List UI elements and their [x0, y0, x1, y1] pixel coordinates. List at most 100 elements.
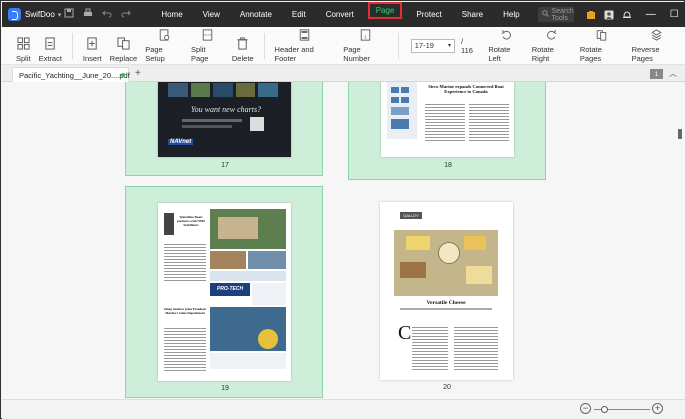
page-19-headline-2: Doug Andrew joins Freedom Marine's Sales…: [164, 307, 206, 315]
maximize-button[interactable]: ☐: [670, 9, 679, 20]
status-bar: − +: [2, 399, 685, 419]
zoom-slider-thumb[interactable]: [601, 406, 608, 413]
app-logo[interactable]: SwifDoo ▾: [8, 8, 61, 21]
minimize-button[interactable]: —: [646, 9, 656, 20]
delete-label: Delete: [231, 53, 254, 63]
menu-view[interactable]: View: [193, 2, 230, 27]
insert-icon: [87, 36, 97, 50]
page-17-ad-text: You want new charts?: [190, 105, 262, 114]
page-17-brand: NAVnet: [168, 139, 194, 145]
page-setup-icon: [159, 28, 169, 41]
rotate-right-button[interactable]: Rotate Right: [528, 29, 576, 63]
toolbar-divider: [71, 32, 73, 59]
reverse-pages-button[interactable]: Reverse Pages: [628, 28, 685, 63]
page-range-value: 17-19: [414, 41, 434, 50]
zoom-slider[interactable]: [594, 406, 650, 413]
page-number-label: Page Number: [343, 44, 370, 63]
rotate-pages-icon: [597, 29, 607, 41]
notification-bell-icon[interactable]: [622, 10, 632, 20]
page-thumbnail-18[interactable]: Sirco Marine expands Connected Boat Expe…: [348, 82, 546, 180]
tab-count-badge[interactable]: 1: [650, 69, 663, 79]
page-19-image: Waterline Boats partners with NMS Stabil…: [158, 203, 291, 381]
page-thumbnail-17[interactable]: You want new charts? NAVnet 17: [125, 82, 323, 176]
replace-button[interactable]: Replace: [106, 29, 142, 63]
page-range-control: 17-19 ▾ / 116: [410, 36, 477, 55]
account-icon[interactable]: [604, 10, 614, 20]
extract-icon: [45, 36, 55, 50]
split-page-button[interactable]: Split Page: [187, 28, 228, 63]
app-name: SwifDoo: [25, 10, 55, 19]
menu-page[interactable]: Page: [367, 2, 403, 19]
split-label: Split: [16, 53, 31, 63]
vertical-scrollbar[interactable]: [678, 87, 682, 387]
extract-label: Extract: [38, 53, 62, 63]
page-number-19: 19: [221, 385, 229, 392]
redo-icon[interactable]: [121, 8, 132, 21]
save-icon[interactable]: [64, 8, 74, 21]
collapse-tabs-button[interactable]: ︿: [669, 68, 677, 79]
split-button[interactable]: Split: [12, 29, 35, 63]
rotate-left-button[interactable]: Rotate Left: [484, 29, 527, 63]
premium-icon[interactable]: [586, 10, 596, 20]
page-thumbnail-20[interactable]: GALLEY Versatile Cheese C 20: [348, 186, 546, 398]
rotate-right-label: Rotate Right: [531, 44, 554, 63]
menu-edit[interactable]: Edit: [282, 2, 316, 27]
reverse-pages-icon: [651, 28, 662, 41]
menu-home[interactable]: Home: [151, 2, 192, 27]
menu-protect[interactable]: Protect: [406, 2, 451, 27]
page-20-section-label: GALLEY: [400, 212, 422, 219]
menu-help[interactable]: Help: [493, 2, 529, 27]
chevron-down-icon: ▾: [57, 11, 62, 19]
page-number-20: 20: [443, 384, 451, 391]
document-tab-bar: Pacific_Yachting__June_20....pdf + 1 ︿: [2, 65, 685, 82]
chevron-down-icon: ▾: [447, 43, 451, 49]
page-number-17: 17: [221, 162, 229, 169]
quick-access: [64, 8, 132, 21]
page-thumbnails-view: You want new charts? NAVnet 17 Sirco Mar…: [2, 82, 685, 399]
scrollbar-thumb[interactable]: [678, 129, 682, 139]
search-icon: [541, 10, 549, 19]
zoom-in-button[interactable]: +: [652, 403, 663, 414]
zoom-out-button[interactable]: −: [580, 403, 591, 414]
insert-button[interactable]: Insert: [79, 29, 106, 63]
page-19-headline-1: Waterline Boats partners with NMS Stabil…: [176, 215, 206, 227]
page-20-dropcap: C: [398, 322, 412, 344]
menu-annotate[interactable]: Annotate: [230, 2, 282, 27]
rotate-pages-label: Rotate Pages: [579, 44, 602, 63]
page-number-button[interactable]: 1 Page Number: [339, 28, 392, 63]
split-page-label: Split Page: [190, 44, 209, 63]
print-icon[interactable]: [83, 8, 93, 21]
app-window: SwifDoo ▾ Home View Annotate Edit Conver…: [0, 0, 685, 419]
page-number-18: 18: [444, 162, 452, 169]
header-footer-button[interactable]: Header and Footer: [271, 28, 340, 63]
trash-icon: [237, 36, 248, 50]
page-range-select[interactable]: 17-19 ▾: [410, 38, 455, 53]
page-19-ad-text: PRO-TECH: [210, 283, 250, 296]
svg-text:1: 1: [364, 34, 367, 39]
menu-share[interactable]: Share: [452, 2, 493, 27]
page-toolbar: Split Extract Insert Replace Page Setup …: [2, 27, 685, 65]
page-total: / 116: [460, 36, 473, 55]
page-18-headline: Sirco Marine expands Connected Boat Expe…: [428, 84, 504, 95]
menu-bar: SwifDoo ▾ Home View Annotate Edit Conver…: [2, 2, 685, 27]
swifdoo-logo-icon: [8, 8, 21, 21]
add-tab-button[interactable]: +: [135, 68, 141, 79]
undo-icon[interactable]: [102, 8, 112, 21]
reverse-pages-label: Reverse Pages: [631, 44, 660, 63]
rotate-right-icon: [547, 29, 557, 39]
page-18-image: Sirco Marine expands Connected Boat Expe…: [381, 82, 514, 157]
menu-items: Home View Annotate Edit Convert Page Pro…: [151, 2, 529, 27]
delete-button[interactable]: Delete: [228, 29, 258, 63]
page-17-image: You want new charts? NAVnet: [158, 82, 291, 157]
split-icon: [17, 36, 30, 50]
page-setup-button[interactable]: Page Setup: [141, 28, 187, 63]
header-icons: [586, 10, 632, 20]
menu-convert[interactable]: Convert: [316, 2, 364, 27]
document-tab[interactable]: Pacific_Yachting__June_20....pdf: [12, 67, 130, 82]
rotate-pages-button[interactable]: Rotate Pages: [576, 29, 628, 63]
extract-button[interactable]: Extract: [35, 29, 66, 63]
search-tools-input[interactable]: Search Tools: [537, 7, 574, 22]
page-thumbnail-19[interactable]: Waterline Boats partners with NMS Stabil…: [125, 186, 323, 398]
window-controls: — ☐ ✕: [646, 9, 685, 20]
rotate-left-label: Rotate Left: [488, 44, 511, 63]
